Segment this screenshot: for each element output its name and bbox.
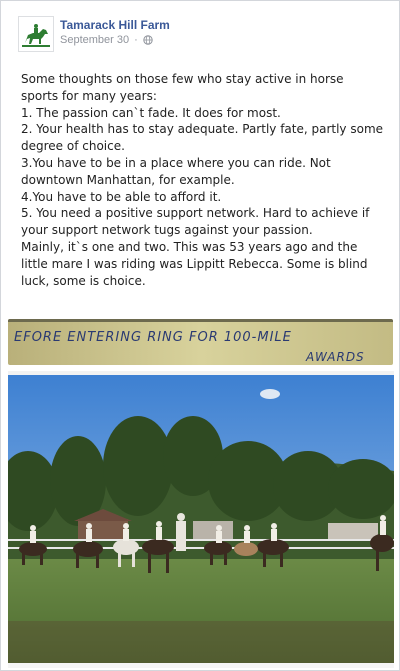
post-text-line: 2. Your health has to stay adequate. Par… (21, 122, 384, 154)
post-text-line: 4.You have to be able to afford it. (21, 189, 222, 204)
caption-line-1: EFORE ENTERING RING FOR 100-MILE (14, 330, 292, 345)
photo-caption-image[interactable]: EFORE ENTERING RING FOR 100-MILE AWARDS (8, 319, 393, 365)
post-date[interactable]: September 30 (60, 34, 129, 46)
post-text-line: 5. You need a positive support network. … (21, 206, 370, 238)
page-name-link[interactable]: Tamarack Hill Farm (60, 18, 170, 32)
post-text-line: 1. The passion can`t fade. It does for m… (21, 105, 281, 120)
post-text-line: 3.You have to be in a place where you ca… (21, 155, 331, 187)
caption-line-2: AWARDS (305, 350, 365, 364)
horse-show-photo[interactable] (8, 371, 394, 668)
horse-logo-icon (19, 17, 53, 51)
post-text-line: Mainly, it`s one and two. This was 53 ye… (21, 239, 368, 288)
page-avatar[interactable] (18, 16, 54, 52)
post-meta: September 30 · (60, 34, 153, 46)
separator-dot: · (134, 34, 138, 46)
post-text: Some thoughts on those few who stay acti… (21, 71, 383, 289)
post-card: Tamarack Hill Farm September 30 · Some t… (0, 0, 400, 671)
post-text-line: Some thoughts on those few who stay acti… (21, 72, 344, 103)
globe-icon[interactable] (143, 35, 153, 45)
